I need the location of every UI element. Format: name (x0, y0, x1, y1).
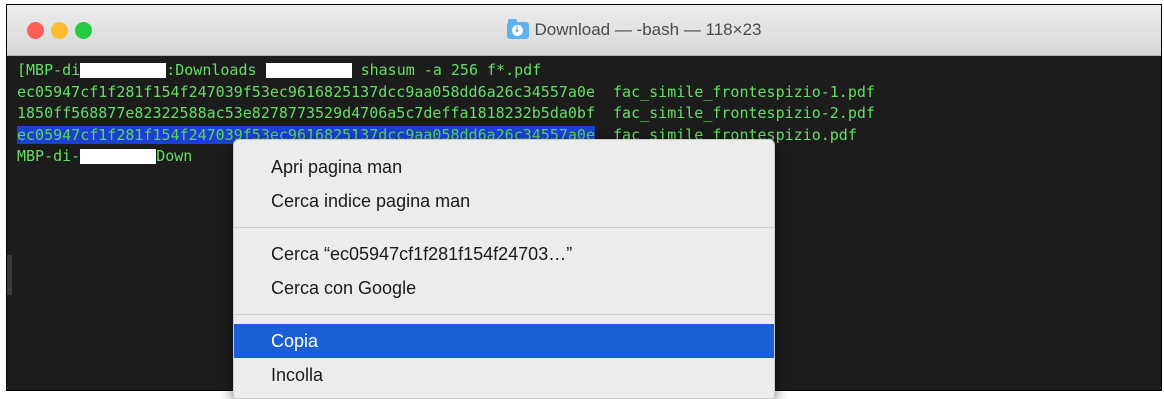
menu-item-copia[interactable]: Copia (234, 324, 774, 358)
redaction-block (80, 149, 157, 164)
menu-item-incolla[interactable]: Incolla (234, 358, 774, 392)
menu-item-cerca-selection[interactable]: Cerca “ec05947cf1f281f154f24703…” (234, 237, 774, 271)
menu-separator (234, 227, 774, 228)
menu-separator (234, 314, 774, 315)
prompt-host: [MBP-di (17, 61, 81, 79)
file-name: fac_simile_frontespizio-2.pdf (613, 104, 875, 122)
context-menu: Apri pagina man Cerca indice pagina man … (233, 139, 775, 399)
command-text: shasum -a 256 f*.pdf (351, 61, 542, 79)
menu-item-apri-pagina-man[interactable]: Apri pagina man (234, 150, 774, 184)
redaction-block (80, 63, 167, 78)
folder-icon: ↓ (506, 18, 529, 39)
file-name: fac_simile_frontespizio-1.pdf (613, 82, 875, 101)
window-title-area: ↓ Download — -bash — 118×23 (7, 5, 1161, 55)
menu-item-cerca-google[interactable]: Cerca con Google (234, 271, 774, 305)
redaction-block (265, 63, 352, 78)
output-row: 1850ff568877e82322588ac53e8278773529d470… (17, 103, 1161, 125)
prompt-host: MBP-di- (17, 147, 81, 165)
menu-item-cerca-indice[interactable]: Cerca indice pagina man (234, 184, 774, 218)
hash-value: 1850ff568877e82322588ac53e8278773529d470… (17, 104, 595, 122)
command-line: [MBP-di :Downloads shasum -a 256 f*.pdf (17, 60, 1161, 82)
prompt-path: Down (156, 147, 193, 165)
hash-value: ec05947cf1f281f154f247039f53ec9616825137… (17, 82, 595, 101)
window-title: Download — -bash — 118×23 (534, 20, 762, 39)
window-edge (7, 255, 12, 295)
output-row: ec05947cf1f281f154f247039f53ec9616825137… (17, 82, 1161, 104)
title-bar[interactable]: ↓ Download — -bash — 118×23 (7, 5, 1161, 56)
prompt-path: :Downloads (166, 61, 266, 79)
